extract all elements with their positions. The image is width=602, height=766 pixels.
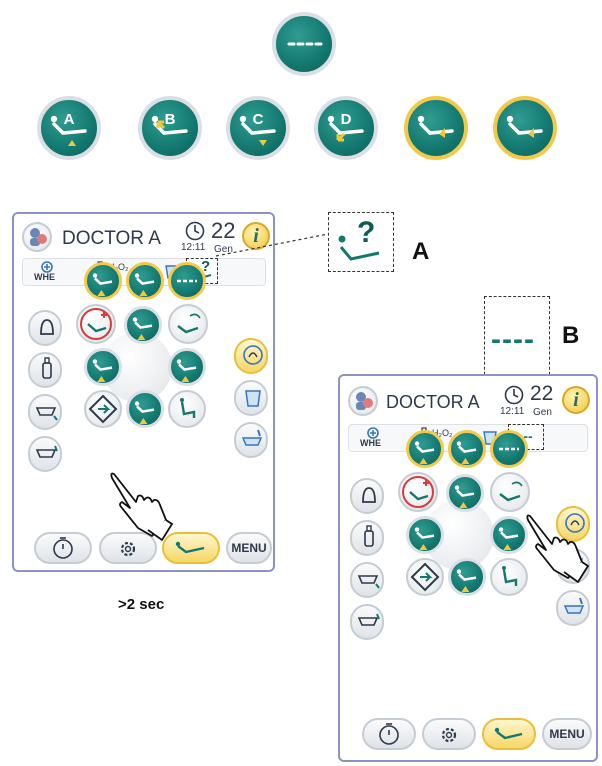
bell-icon [362, 487, 376, 503]
program-position-button[interactable] [398, 472, 438, 512]
gen-label: Gen [533, 407, 552, 418]
doctor-name: DOCTOR A [386, 392, 480, 412]
chair-position-icon [414, 441, 435, 464]
gear-icon [441, 727, 457, 743]
callout-b-dashes: ---- [491, 323, 535, 356]
settings-button[interactable] [422, 718, 476, 750]
pointing-hand-icon [524, 510, 594, 591]
chair-position-icon [454, 485, 475, 508]
chair-positions-button[interactable] [482, 718, 536, 750]
chair-plus-icon [402, 476, 434, 508]
timer-icon [379, 723, 399, 745]
chair-position-icon [456, 569, 477, 592]
bell-button[interactable] [350, 478, 384, 514]
hold-duration-caption: >2 sec [118, 596, 165, 613]
bottle-button[interactable] [350, 520, 384, 556]
spittoon-button[interactable] [350, 562, 384, 598]
memory-button-last[interactable] [448, 430, 486, 468]
chair-position-icon [498, 527, 519, 550]
timer-button[interactable] [362, 718, 416, 750]
bowl-flush-button[interactable] [556, 590, 590, 626]
position-button-d[interactable] [406, 516, 444, 554]
zero-position-button[interactable] [406, 558, 444, 596]
dashes-icon [499, 447, 519, 451]
callout-b-letter: B [562, 322, 580, 349]
chair-position-icon [456, 441, 477, 464]
memory-button-rinse[interactable] [406, 430, 444, 468]
doctor-icon [356, 392, 373, 410]
callout-a-box: ? [328, 212, 394, 272]
chair-reset-icon [499, 481, 523, 502]
chair-icon [494, 727, 523, 740]
info-button[interactable]: i [562, 386, 590, 414]
callout-a-letter: A [412, 238, 430, 265]
counter-number: 22 [530, 382, 554, 405]
reset-position-button[interactable] [490, 472, 530, 512]
bowl-flush-icon [563, 597, 585, 614]
trendelenburg-button[interactable] [490, 558, 528, 596]
chair-tilt-icon [502, 566, 518, 586]
chair-position-icon [414, 527, 435, 550]
menu-button[interactable]: MENU [542, 718, 592, 750]
memory-button-unset[interactable] [490, 430, 528, 468]
position-button-a[interactable] [446, 474, 484, 512]
whe-label: WHE [360, 438, 381, 448]
bottle-icon [364, 525, 374, 547]
pointing-hand-icon [108, 468, 178, 549]
callout-a-question: ? [357, 216, 376, 249]
spittoon-icon [357, 575, 380, 589]
bowl-rinse-button[interactable] [350, 604, 384, 640]
diamond-arrow-icon [410, 562, 440, 592]
clock-time: 12:11 [500, 406, 525, 417]
doctor-avatar-button[interactable] [348, 386, 378, 416]
bowl-rinse-icon [357, 613, 380, 626]
position-button-c[interactable] [448, 558, 486, 596]
position-button-b[interactable] [490, 516, 528, 554]
